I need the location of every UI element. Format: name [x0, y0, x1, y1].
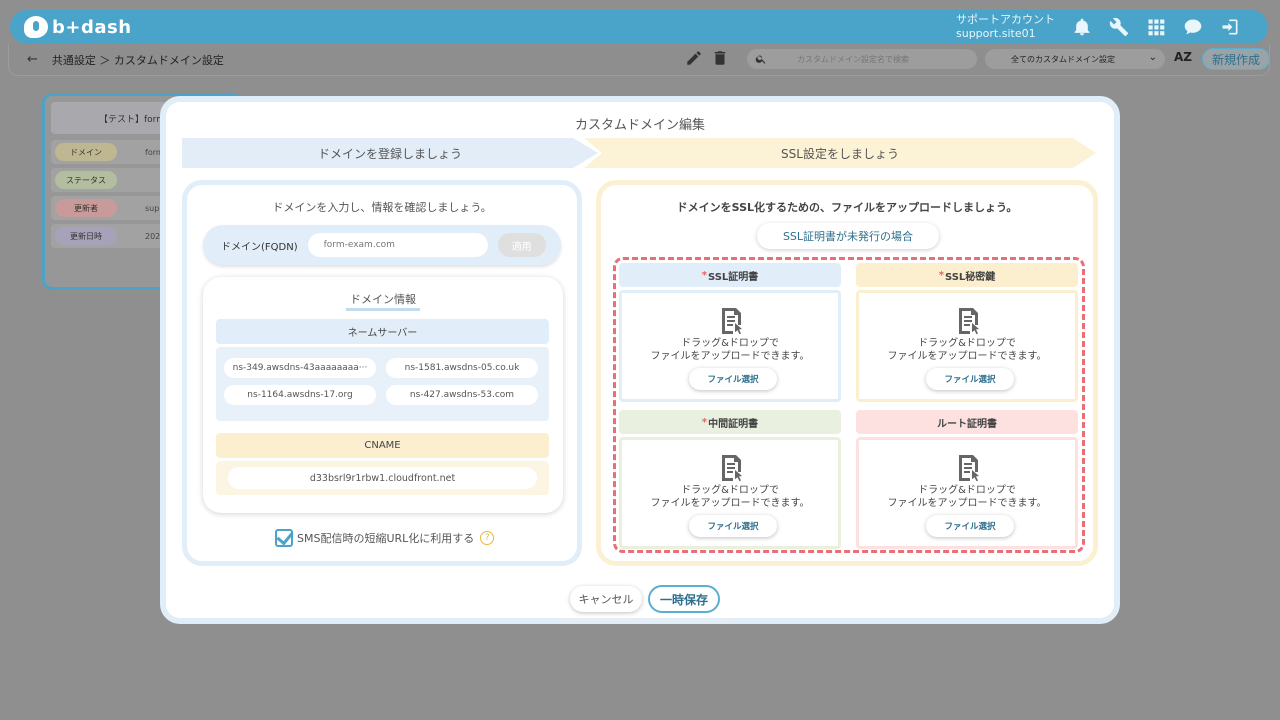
required-mark: * — [938, 269, 944, 281]
account-label: サポートアカウント — [956, 13, 1055, 26]
search-icon — [755, 55, 766, 64]
help-icon[interactable]: ? — [480, 531, 495, 545]
dropzone-intermediate-cert[interactable]: ドラッグ&ドロップで ファイルをアップロードできます。 ファイル選択 — [619, 437, 841, 549]
card-row-label: ステータス — [55, 171, 117, 189]
dropzone-text: ドラッグ&ドロップで ファイルをアップロードできます。 — [859, 337, 1075, 363]
search-input[interactable] — [797, 54, 967, 64]
card-row-label: ドメイン — [55, 143, 117, 161]
file-upload-icon — [720, 454, 744, 482]
step-register-domain: ドメインを登録しましょう — [182, 138, 598, 168]
dropzone-line2: ファイルをアップロードできます。 — [650, 498, 810, 509]
nameserver-item: ns-1164.awsdns-17.org — [224, 385, 376, 405]
dropzone-line1: ドラッグ&ドロップで — [681, 485, 779, 496]
account-info[interactable]: サポートアカウント support.site01 — [956, 13, 1055, 41]
trash-icon[interactable] — [711, 49, 729, 71]
cname-header: CNAME — [216, 433, 549, 458]
dropzone-line1: ドラッグ&ドロップで — [681, 338, 779, 349]
file-select-button[interactable]: ファイル選択 — [689, 368, 777, 390]
grid-icon[interactable] — [1144, 15, 1168, 39]
slot-title: 中間証明書 — [708, 418, 759, 430]
step-ssl-settings: SSL設定をしましょう — [584, 138, 1096, 168]
ssl-not-issued-button[interactable]: SSL証明書が未発行の場合 — [757, 223, 939, 249]
app-logo[interactable]: b+dash — [24, 16, 132, 38]
sms-short-url-option: SMS配信時の短縮URL化に利用する ? — [275, 529, 495, 547]
chat-icon[interactable] — [1181, 15, 1205, 39]
domain-panel: ドメインを入力し、情報を確認しましょう。 ドメイン(FQDN) 適用 ドメイン情… — [182, 180, 582, 566]
cancel-button[interactable]: キャンセル — [570, 586, 642, 612]
card-row-label: 更新者 — [55, 199, 117, 217]
filter-value: 全てのカスタムドメイン設定 — [1011, 54, 1115, 64]
card-row-value: sup — [145, 203, 160, 213]
logo-text: b+dash — [52, 16, 132, 38]
dropzone-text: ドラッグ&ドロップで ファイルをアップロードできます。 — [859, 484, 1075, 510]
dropzone-ssl-cert[interactable]: ドラッグ&ドロップで ファイルをアップロードできます。 ファイル選択 — [619, 290, 841, 402]
logout-icon[interactable] — [1218, 15, 1242, 39]
domain-input-row: ドメイン(FQDN) 適用 — [203, 225, 561, 265]
dropzone-root-cert[interactable]: ドラッグ&ドロップで ファイルをアップロードできます。 ファイル選択 — [856, 437, 1078, 549]
slot-title: SSL証明書 — [707, 271, 759, 283]
wrench-icon[interactable] — [1107, 15, 1131, 39]
nameserver-header: ネームサーバー — [216, 319, 549, 344]
dropzone-line1: ドラッグ&ドロップで — [918, 338, 1016, 349]
dropzone-line1: ドラッグ&ドロップで — [918, 485, 1016, 496]
logo-mark-icon — [24, 16, 48, 38]
sms-short-url-label: SMS配信時の短縮URL化に利用する — [297, 532, 475, 545]
domain-label: ドメイン(FQDN) — [221, 241, 298, 253]
file-upload-icon — [957, 454, 981, 482]
temp-save-button[interactable]: 一時保存 — [648, 585, 720, 613]
modal-scroll-indicator — [556, 618, 732, 622]
ssl-instruction: ドメインをSSL化するための、ファイルをアップロードしましょう。 — [676, 201, 1018, 214]
file-select-button[interactable]: ファイル選択 — [689, 515, 777, 537]
file-upload-icon — [720, 307, 744, 335]
slot-header-ssl-key: * SSL秘密鍵 — [856, 263, 1078, 287]
nameserver-item: ns-349.awsdns-43aaaaaaaa··· — [224, 358, 376, 378]
edit-icon[interactable] — [685, 49, 703, 71]
nameserver-item: ns-427.awsdns-53.com — [386, 385, 538, 405]
slot-header-root-cert: ルート証明書 — [856, 410, 1078, 434]
cname-value: d33bsrl9r1rbw1.cloudfront.net — [228, 467, 537, 489]
filter-select[interactable]: 全てのカスタムドメイン設定 ⌄ — [985, 49, 1165, 69]
dropzone-line2: ファイルをアップロードできます。 — [650, 351, 810, 362]
modal-title: カスタムドメイン編集 — [574, 118, 705, 133]
required-mark: * — [701, 416, 708, 428]
domain-info-card: ドメイン情報 ネームサーバー ns-349.awsdns-43aaaaaaaa·… — [203, 277, 563, 513]
domain-input[interactable] — [307, 233, 488, 257]
file-upload-icon — [957, 307, 981, 335]
domain-info-title-wrap: ドメイン情報 — [203, 291, 563, 311]
slot-title: ルート証明書 — [937, 418, 997, 430]
top-header: b+dash サポートアカウント support.site01 — [10, 10, 1268, 44]
new-create-button[interactable]: 新規作成 — [1202, 48, 1270, 70]
dropzone-line2: ファイルをアップロードできます。 — [887, 498, 1047, 509]
dropzone-line2: ファイルをアップロードできます。 — [887, 351, 1047, 362]
dropzone-text: ドラッグ&ドロップで ファイルをアップロードできます。 — [622, 337, 838, 363]
file-select-button[interactable]: ファイル選択 — [926, 515, 1014, 537]
breadcrumb: 共通設定 ＞ カスタムドメイン設定 — [51, 53, 224, 67]
search-box — [747, 49, 977, 69]
card-row-label: 更新日時 — [55, 227, 117, 245]
upload-area: * SSL証明書 ドラッグ&ドロップで ファイルをアップロードできます。 ファイル… — [613, 257, 1085, 553]
apply-button[interactable]: 適用 — [497, 233, 546, 257]
nameserver-item: ns-1581.awsdns-05.co.uk — [386, 358, 538, 378]
domain-instruction: ドメインを入力し、情報を確認しましょう。 — [272, 201, 492, 214]
ssl-panel: ドメインをSSL化するための、ファイルをアップロードしましょう。 SSL証明書が… — [596, 180, 1098, 566]
custom-domain-edit-modal: カスタムドメイン編集 ドメインを登録しましょう SSL設定をしましょう ドメイン… — [160, 96, 1120, 624]
chevron-down-icon: ⌄ — [1148, 52, 1157, 63]
sub-toolbar: ← 共通設定 ＞ カスタムドメイン設定 全てのカスタムドメイン設定 ⌄ AZ 新… — [8, 44, 1270, 76]
file-select-button[interactable]: ファイル選択 — [926, 368, 1014, 390]
slot-header-intermediate-cert: * 中間証明書 — [619, 410, 841, 434]
dropzone-text: ドラッグ&ドロップで ファイルをアップロードできます。 — [622, 484, 838, 510]
slot-title: SSL秘密鍵 — [944, 271, 996, 283]
dropzone-ssl-key[interactable]: ドラッグ&ドロップで ファイルをアップロードできます。 ファイル選択 — [856, 290, 1078, 402]
back-arrow-icon[interactable]: ← — [27, 52, 38, 67]
cname-row: d33bsrl9r1rbw1.cloudfront.net — [216, 461, 549, 495]
domain-info-title: ドメイン情報 — [346, 291, 420, 311]
account-id: support.site01 — [956, 27, 1036, 40]
slot-header-ssl-cert: * SSL証明書 — [619, 263, 841, 287]
bell-icon[interactable] — [1070, 15, 1094, 39]
sms-short-url-checkbox[interactable] — [275, 529, 293, 547]
required-mark: * — [701, 269, 707, 281]
nameserver-list: ns-349.awsdns-43aaaaaaaa··· ns-1581.awsd… — [216, 347, 549, 421]
sort-az-button[interactable]: AZ — [1174, 50, 1192, 64]
